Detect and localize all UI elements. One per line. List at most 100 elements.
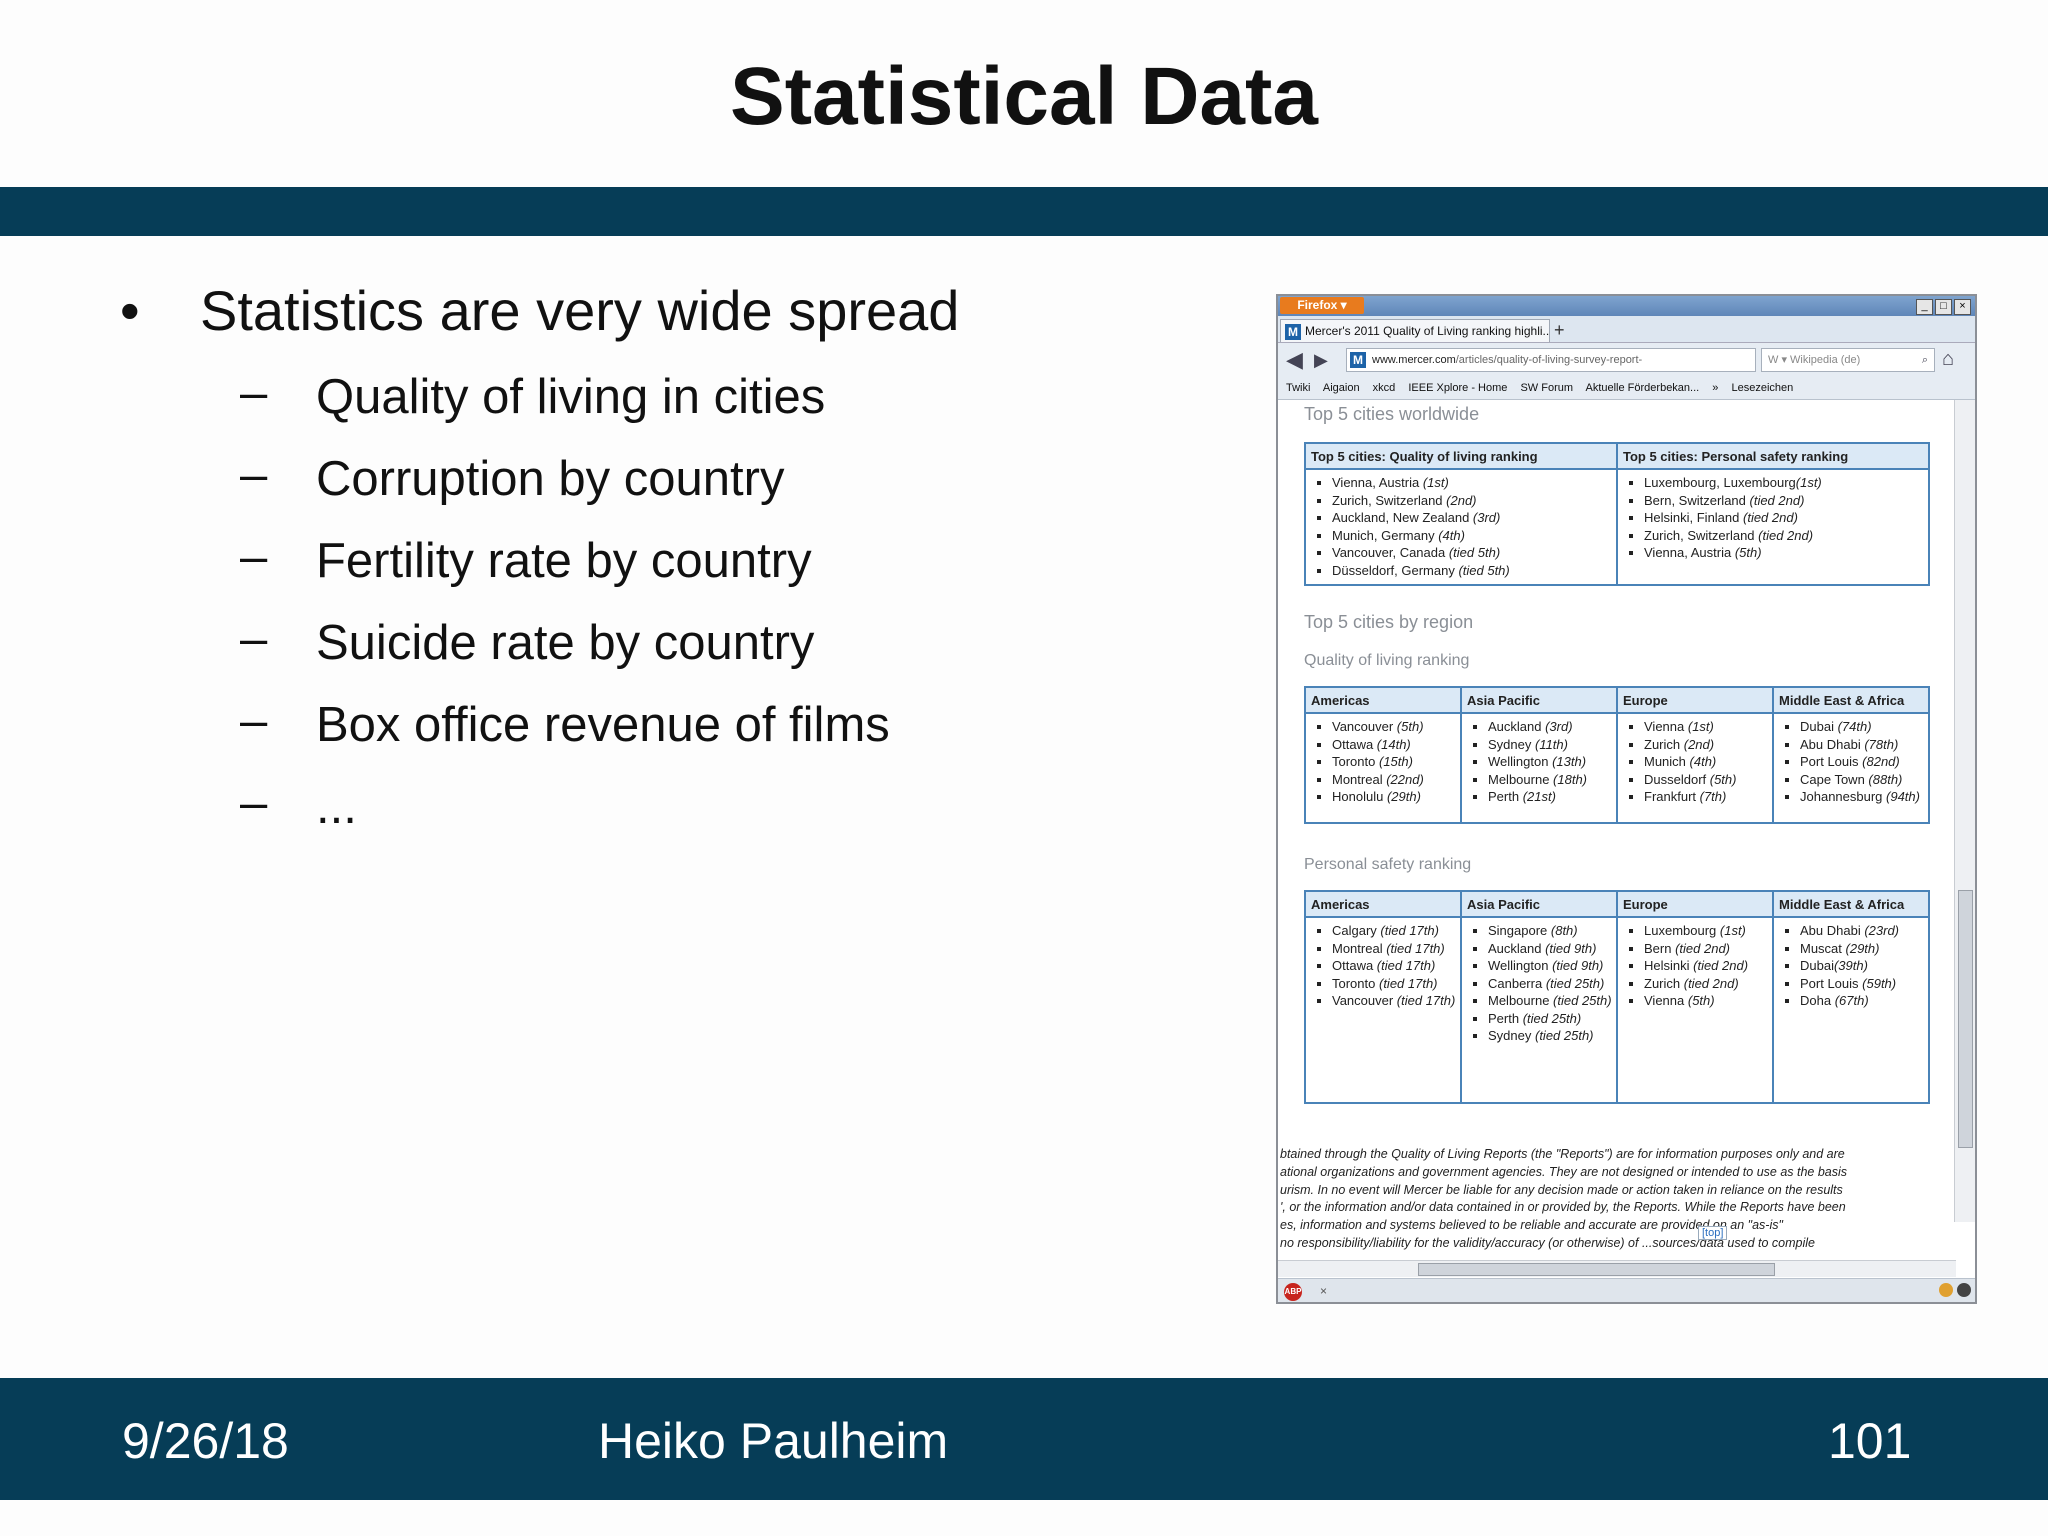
city-rank: (7th) [1699,789,1727,804]
magnifier-icon[interactable]: ⌕ [1922,349,1928,371]
bookmark-item[interactable]: SW Forum [1520,382,1573,394]
bookmarks-overflow[interactable]: » [1712,382,1718,394]
city-rank: (82nd) [1862,754,1900,769]
city-rank: (tied 17th) [1380,923,1439,938]
url-bar[interactable]: Mwww.mercer.com/articles/quality-of-livi… [1346,348,1756,372]
addon-icon[interactable] [1957,1283,1971,1297]
city-name: Ottawa [1332,958,1377,973]
table-cell: Auckland (3rd)Sydney (11th)Wellington (1… [1460,712,1618,824]
city-name: Frankfurt [1644,789,1700,804]
city-name: Abu Dhabi [1800,923,1865,938]
city-rank: (13th) [1552,754,1587,769]
sub-bullet-text: Suicide rate by country [316,616,815,670]
vertical-scrollbar[interactable] [1954,400,1975,1222]
navigation-bar: ◀ ▶ Mwww.mercer.com/articles/quality-of-… [1278,343,1975,377]
minimize-icon[interactable]: _ [1916,299,1933,315]
firefox-menu-button[interactable]: Firefox ▾ [1280,297,1364,314]
dash-marker: – [240,776,268,830]
city-name: Dubai [1800,958,1834,973]
adblock-icon[interactable]: ABP [1284,1283,1302,1301]
table-header: Europe [1616,890,1774,918]
ranking-item: Auckland, New Zealand (3rd) [1332,509,1612,527]
scroll-thumb[interactable] [1418,1263,1775,1276]
city-rank: (29th) [1386,789,1421,804]
table-cell: Luxembourg (1st)Bern (tied 2nd)Helsinki … [1616,916,1774,1104]
city-name: Sydney [1488,1028,1535,1043]
ranking-item: Vienna, Austria (1st) [1332,474,1612,492]
city-name: Vancouver, Canada [1332,545,1449,560]
city-rank: (74th) [1837,719,1872,734]
city-name: Vancouver [1332,719,1397,734]
bookmarks-menu[interactable]: Lesezeichen [1731,382,1793,394]
sub-bullet-text: Box office revenue of films [316,698,890,752]
disclaimer-line: ational organizations and government age… [1280,1164,1848,1179]
status-bar: ABP × [1278,1278,1975,1302]
dash-marker: – [240,530,268,584]
footer-band: 9/26/18 Heiko Paulheim 101 [0,1378,2048,1500]
ranking-item: Melbourne (18th) [1488,771,1612,789]
table-cell: Calgary (tied 17th)Montreal (tied 17th)O… [1304,916,1462,1104]
city-rank: (88th) [1868,771,1903,787]
city-rank: (tied 2nd) [1749,492,1805,508]
bookmark-item[interactable]: IEEE Xplore - Home [1408,382,1507,394]
ranking-item: Düsseldorf, Germany (tied 5th) [1332,562,1612,580]
bookmark-item[interactable]: Aktuelle Förderbekan... [1585,382,1699,394]
city-rank: (4th) [1438,527,1465,543]
city-rank: (67th) [1834,993,1869,1008]
city-rank: (5th) [1734,545,1762,560]
table-cell: Singapore (8th)Auckland (tied 9th)Wellin… [1460,916,1618,1104]
browser-screenshot: Firefox ▾ _ □ × M Mercer's 2011 Quality of … [1276,294,1977,1304]
maximize-icon[interactable]: □ [1935,299,1952,315]
city-name: Zurich, Switzerland [1332,492,1447,508]
city-rank: (21st) [1522,789,1556,804]
ranking-item: Calgary (tied 17th) [1332,922,1456,940]
city-name: Dubai [1800,719,1838,734]
forward-arrow-icon[interactable]: ▶ [1314,348,1328,372]
bookmark-item[interactable]: Twiki [1286,382,1310,394]
city-name: Auckland [1488,719,1546,734]
addon-icon[interactable] [1939,1283,1953,1297]
ranking-item: Wellington (13th) [1488,753,1612,771]
city-rank: (22nd) [1386,771,1424,787]
home-icon[interactable]: ⌂ [1942,348,1954,371]
city-name: Honolulu [1332,789,1387,804]
ranking-item: Montreal (22nd) [1332,771,1456,789]
city-name: Singapore [1488,923,1551,938]
ranking-item: Cape Town (88th) [1800,771,1924,789]
page-content: Top 5 cities worldwide Top 5 cities: Qua… [1278,400,1954,1142]
main-bullet-text: Statistics are very wide spread [200,279,960,342]
table-header: Middle East & Africa [1772,686,1930,714]
footer-date: 9/26/18 [122,1413,289,1469]
horizontal-scrollbar[interactable] [1278,1260,1956,1277]
city-rank: (tied 5th) [1448,545,1501,560]
browser-titlebar: Firefox ▾ _ □ × [1278,296,1975,316]
bookmark-item[interactable]: Aigaion [1323,382,1360,394]
close-icon[interactable]: × [1320,1284,1327,1298]
city-name: Canberra [1488,975,1546,991]
city-rank: (1st) [1719,923,1746,938]
disclaimer-line: no responsibility/liability for the vali… [1280,1235,1815,1250]
new-tab-button[interactable]: + [1554,320,1565,341]
close-icon[interactable]: × [1954,299,1971,315]
city-rank: (11th) [1534,736,1568,752]
ranking-item: Vancouver (tied 17th) [1332,992,1456,1010]
city-name: Bern, Switzerland [1644,492,1750,508]
scroll-thumb[interactable] [1958,890,1973,1148]
city-name: Melbourne [1488,993,1554,1008]
city-name: Munich, Germany [1332,527,1439,543]
ranking-item: Vienna (5th) [1644,992,1768,1010]
back-arrow-icon[interactable]: ◀ [1286,348,1303,372]
search-box[interactable]: W ▾ Wikipedia (de) ⌕ [1761,348,1935,372]
city-rank: (tied 9th) [1545,940,1597,956]
city-rank: (1st) [1687,719,1714,734]
city-rank: (tied 2nd) [1683,975,1739,991]
ranking-item: Honolulu (29th) [1332,788,1456,806]
ranking-item: Dubai (74th) [1800,718,1924,736]
table-cell: Abu Dhabi (23rd)Muscat (29th)Dubai(39th)… [1772,916,1930,1104]
city-rank: (tied 25th) [1534,1028,1594,1043]
city-name: Perth [1488,1010,1523,1026]
top-link[interactable]: [top] [1698,1226,1728,1240]
city-rank: (5th) [1709,771,1737,787]
bookmark-item[interactable]: xkcd [1373,382,1396,394]
browser-tab[interactable]: M Mercer's 2011 Quality of Living ranking… [1280,319,1550,342]
